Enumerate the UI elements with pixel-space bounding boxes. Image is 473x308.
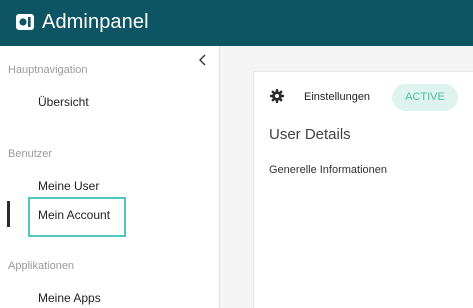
subsection-label: Generelle Informationen [269, 164, 388, 176]
status-badge: ACTIVE [392, 84, 458, 111]
top-bar: Adminpanel [0, 0, 473, 46]
admin-logo-icon[interactable] [16, 13, 34, 31]
sidebar-item-mein-account[interactable]: Mein Account [38, 208, 110, 222]
section-hauptnavigation: Hauptnavigation [8, 64, 88, 76]
sidebar-item-meine-user[interactable]: Meine User [38, 179, 99, 193]
section-applikationen: Applikationen [8, 260, 75, 272]
sidebar-item-meine-apps[interactable]: Meine Apps [38, 291, 101, 305]
gear-icon [270, 89, 284, 103]
settings-label: Einstellungen [304, 91, 371, 103]
sidebar-item-uebersicht[interactable]: Übersicht [38, 95, 89, 109]
chevron-left-icon[interactable] [196, 53, 210, 67]
section-benutzer: Benutzer [8, 148, 53, 160]
section-title: User Details [269, 126, 351, 143]
active-indicator [7, 201, 10, 227]
app-title: Adminpanel [42, 11, 149, 33]
